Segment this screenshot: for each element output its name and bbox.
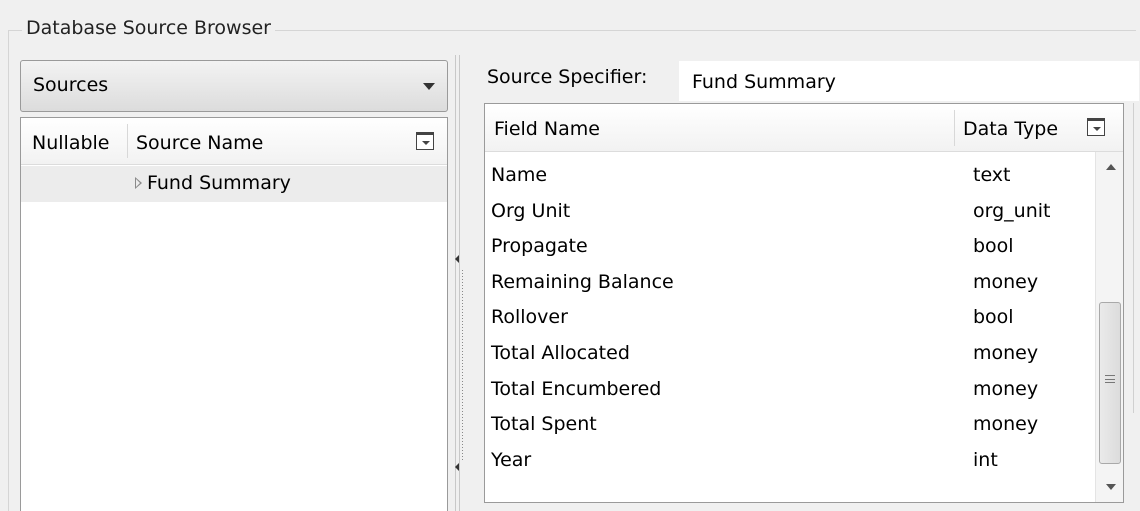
right-pane-edge	[1133, 103, 1134, 413]
column-separator[interactable]	[127, 124, 128, 158]
field-name-cell: Rollover	[491, 306, 568, 329]
source-specifier-field[interactable]: Fund Summary	[679, 61, 1139, 101]
field-name-cell: Propagate	[491, 235, 588, 258]
field-name-cell: Total Spent	[491, 413, 597, 436]
data-type-cell: money	[973, 270, 1039, 293]
data-type-cell: int	[973, 448, 998, 471]
scroll-up-icon[interactable]	[1106, 164, 1116, 170]
database-source-browser-window: Database Source Browser Sources Nullable…	[0, 0, 1140, 511]
table-row[interactable]: Rollover bool	[485, 302, 1085, 338]
splitter-line	[459, 55, 460, 511]
table-row[interactable]: Propagate bool	[485, 231, 1085, 267]
table-row[interactable]: Total Spent money	[485, 409, 1085, 445]
table-row[interactable]: Total Encumbered money	[485, 374, 1085, 410]
scrollbar-thumb[interactable]	[1099, 302, 1121, 464]
collapse-left-icon[interactable]	[455, 255, 459, 263]
column-header-nullable[interactable]: Nullable	[32, 132, 109, 154]
field-name-cell: Year	[491, 448, 532, 471]
group-title: Database Source Browser	[22, 17, 275, 39]
fields-table-body: Name text Org Unit org_unit Propagate bo…	[485, 160, 1085, 480]
data-type-cell: text	[973, 164, 1011, 186]
field-name-cell: Total Encumbered	[491, 377, 662, 400]
chevron-down-icon	[423, 83, 435, 90]
source-specifier-value: Fund Summary	[692, 71, 836, 93]
vertical-scrollbar[interactable]	[1095, 152, 1123, 502]
scroll-down-icon[interactable]	[1106, 484, 1116, 490]
data-type-cell: bool	[973, 235, 1014, 258]
pane-splitter[interactable]	[455, 55, 465, 511]
table-row[interactable]: Year int	[485, 445, 1085, 481]
column-header-field-name[interactable]: Field Name	[494, 118, 600, 140]
column-separator[interactable]	[954, 110, 955, 146]
field-name-cell: Org Unit	[491, 199, 571, 222]
column-chooser-icon[interactable]	[1087, 118, 1105, 136]
source-specifier-label: Source Specifier:	[487, 66, 648, 88]
field-name-cell: Total Allocated	[491, 341, 630, 364]
sources-table-header: Nullable Source Name	[21, 118, 447, 165]
data-type-cell: money	[973, 341, 1039, 364]
fields-table: Field Name Data Type Name text Org Unit …	[484, 103, 1124, 503]
table-row[interactable]: Name text	[485, 160, 1085, 196]
data-type-cell: bool	[973, 306, 1014, 329]
table-row[interactable]: Total Allocated money	[485, 338, 1085, 374]
field-name-cell: Remaining Balance	[491, 270, 674, 293]
splitter-grip[interactable]	[462, 270, 463, 460]
collapse-left-icon[interactable]	[455, 463, 459, 471]
data-type-cell: org_unit	[973, 199, 1051, 222]
data-type-cell: money	[973, 413, 1039, 436]
field-name-cell: Name	[491, 164, 548, 186]
source-name-cell: Fund Summary	[147, 172, 291, 194]
fields-table-header: Field Name Data Type	[485, 104, 1123, 152]
sources-dropdown-label: Sources	[33, 74, 109, 96]
column-chooser-icon[interactable]	[416, 132, 434, 150]
sources-dropdown[interactable]: Sources	[20, 60, 448, 112]
table-row[interactable]: Org Unit org_unit	[485, 196, 1085, 232]
triangle-right-icon[interactable]	[135, 177, 142, 189]
column-header-data-type[interactable]: Data Type	[963, 118, 1058, 140]
data-type-cell: money	[973, 377, 1039, 400]
column-header-source-name[interactable]: Source Name	[136, 132, 263, 154]
splitter-line	[455, 55, 456, 511]
grip-icon	[1105, 375, 1115, 383]
sources-table: Nullable Source Name Fund Summary	[20, 117, 448, 511]
table-row[interactable]: Remaining Balance money	[485, 267, 1085, 303]
table-row[interactable]: Fund Summary	[21, 166, 447, 202]
